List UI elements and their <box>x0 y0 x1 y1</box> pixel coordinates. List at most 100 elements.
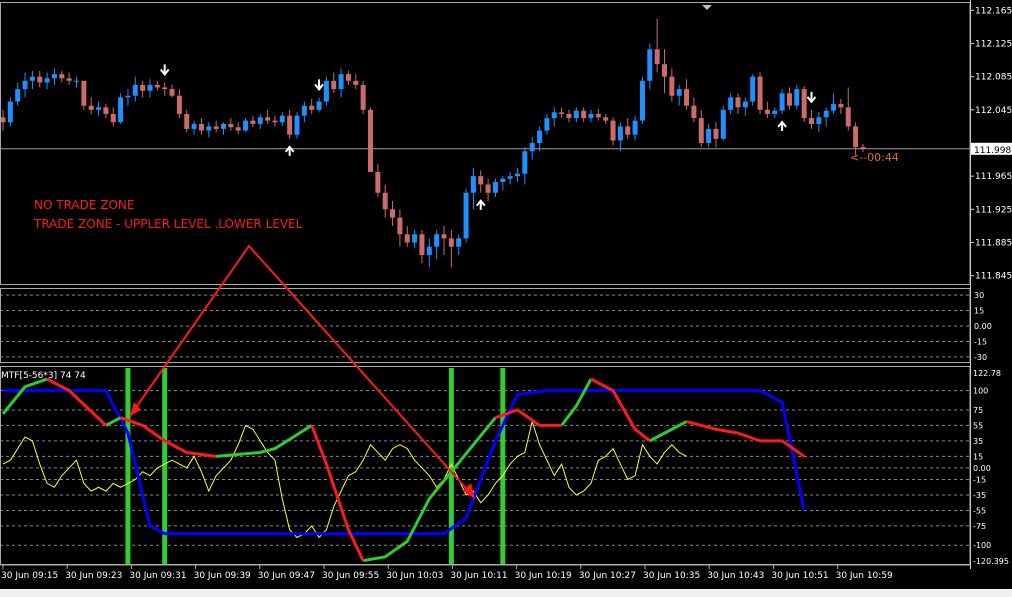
candle-body <box>96 107 102 110</box>
candle-body <box>66 78 72 81</box>
candle-body <box>118 97 124 123</box>
candle-body <box>353 80 359 85</box>
indicator-label: MTF[5-56*3] 74 74 <box>1 371 86 381</box>
candle-body <box>44 78 50 83</box>
time-label: 30 Jun 09:55 <box>322 571 379 581</box>
candle-body <box>51 74 57 79</box>
time-label: 30 Jun 09:23 <box>65 571 122 581</box>
candle-body <box>544 118 550 131</box>
bottom-scroll-strip[interactable] <box>0 589 1012 597</box>
candle-body <box>492 181 498 193</box>
candle-body <box>360 84 366 110</box>
annotation-line-2: TRADE ZONE - UPPLER LEVEL .LOWER LEVEL <box>33 217 303 231</box>
time-label: 30 Jun 10:03 <box>386 571 443 581</box>
candle-body <box>382 192 388 210</box>
candle-body <box>404 234 410 243</box>
time-label: 30 Jun 09:31 <box>129 571 186 581</box>
candle-body <box>566 113 572 119</box>
mtf-axis-label: 35 <box>973 437 983 446</box>
candle-body <box>551 112 557 119</box>
candle-body <box>103 107 109 114</box>
bar-countdown: <--00:44 <box>850 151 899 164</box>
candle-body <box>287 115 293 135</box>
candle-body <box>176 95 182 114</box>
candle-body <box>845 107 851 127</box>
candle-body <box>691 105 697 119</box>
candle-body <box>162 87 168 90</box>
candle-body <box>632 120 638 135</box>
candle-body <box>757 76 763 110</box>
candle-body <box>698 118 704 143</box>
signal-bar <box>125 368 131 564</box>
osc-axis-label: -15 <box>974 337 987 346</box>
candle-body <box>639 80 645 121</box>
candle-body <box>184 113 190 129</box>
candle-body <box>448 238 454 247</box>
candle-body <box>309 105 315 110</box>
time-axis: 30 Jun 09:15 30 Jun 09:23 30 Jun 09:31 30 J… <box>0 564 1012 597</box>
candle-body <box>463 192 469 239</box>
candle-body <box>750 76 756 102</box>
time-label: 30 Jun 09:39 <box>194 571 251 581</box>
candle-body <box>720 109 726 139</box>
mtf-axis-label: 122.78 <box>973 369 1001 378</box>
candle-body <box>257 117 263 124</box>
time-label: 30 Jun 10:35 <box>643 571 700 581</box>
candle-body <box>206 126 212 131</box>
price-label: 111.925 <box>975 205 1012 215</box>
candle-body <box>419 234 425 255</box>
candle-body <box>515 173 520 177</box>
candle-body <box>250 120 256 124</box>
candle-body <box>147 84 153 91</box>
candle-body <box>647 49 653 81</box>
candle-body <box>742 101 748 108</box>
candle-body <box>125 95 131 98</box>
candle-body <box>507 176 513 179</box>
candle-body <box>345 74 351 81</box>
candle-body <box>37 76 43 83</box>
candle-body <box>625 126 631 135</box>
osc-axis-label: 0.00 <box>974 322 992 331</box>
mtf-axis-label: 100 <box>973 387 988 396</box>
candle-body <box>706 128 712 143</box>
time-label: 30 Jun 09:15 <box>1 571 58 581</box>
candle-body <box>669 76 675 96</box>
candle-body <box>426 246 432 255</box>
mtf-axis-label: -120.395 <box>973 557 1009 566</box>
candle-body <box>213 126 219 129</box>
candle-body <box>860 147 866 149</box>
candle-body <box>434 234 440 247</box>
candle-body <box>676 89 682 96</box>
candle-body <box>323 80 329 102</box>
candle-body <box>764 109 770 114</box>
candle-body <box>500 178 506 182</box>
candle-body <box>29 76 35 81</box>
time-label: 30 Jun 10:43 <box>707 571 764 581</box>
candle-body <box>110 113 116 123</box>
trading-chart[interactable]: NO TRADE ZONE TRADE ZONE - UPPLER LEVEL … <box>0 0 1012 597</box>
mtf-axis-label: -15 <box>973 476 986 485</box>
candle-body <box>559 112 565 114</box>
candle-body <box>662 64 667 77</box>
candle-body <box>684 89 690 106</box>
osc-axis-label: 30 <box>974 291 984 300</box>
time-label: 30 Jun 10:27 <box>579 571 636 581</box>
candle-body <box>59 74 65 79</box>
candle-body <box>279 115 285 123</box>
price-label: 112.165 <box>975 6 1012 16</box>
candle-body <box>779 93 785 111</box>
signal-bar <box>448 368 454 564</box>
candle-body <box>228 123 234 128</box>
candle-body <box>728 97 734 110</box>
candle-body <box>191 123 197 129</box>
osc-axis-label: 15 <box>974 307 984 316</box>
candle-body <box>485 184 491 193</box>
candle-body <box>786 93 792 106</box>
candle-body <box>368 109 373 173</box>
mtf-axis-label: 0.00 <box>973 464 991 473</box>
candle-body <box>617 126 623 141</box>
annotation-line-1: NO TRADE ZONE <box>34 198 135 212</box>
candle-body <box>772 110 778 114</box>
candle-body <box>838 104 844 108</box>
candle-body <box>735 97 741 108</box>
